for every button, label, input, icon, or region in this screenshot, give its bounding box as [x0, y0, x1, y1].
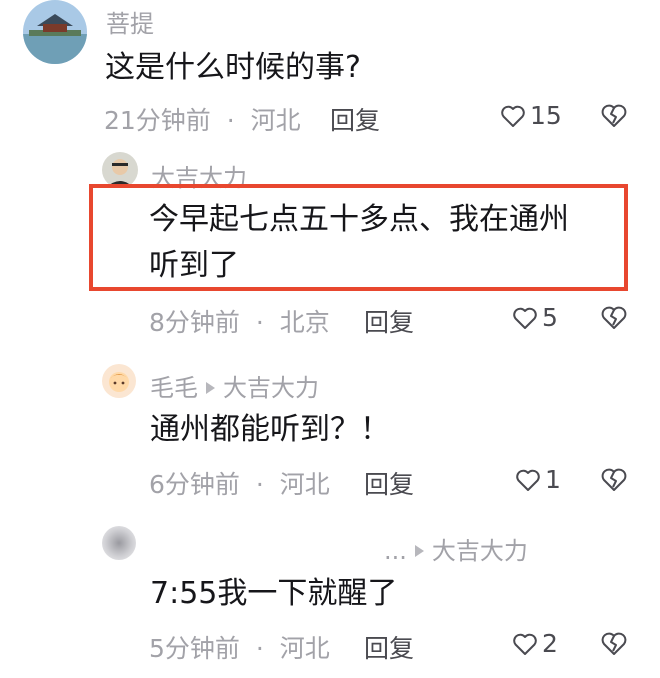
dislike-button[interactable] [600, 467, 628, 497]
comment-time: 21分钟前 [104, 106, 211, 135]
like-count: 15 [530, 101, 562, 130]
avatar-image [102, 152, 138, 188]
reply-arrow-icon [206, 381, 215, 394]
avatar-image [102, 364, 136, 398]
comment-time: 6分钟前 [149, 470, 240, 499]
separator: · [226, 106, 235, 135]
comment-location: 河北 [279, 634, 330, 663]
broken-heart-icon [601, 632, 627, 655]
comment-author-line: 毛毛 大吉大力 [150, 368, 319, 403]
like-button[interactable]: 1 [515, 465, 561, 494]
comment-location: 河北 [279, 470, 330, 499]
heart-outline-icon [513, 633, 537, 655]
comment-location: 河北 [250, 106, 301, 135]
broken-heart-icon [601, 104, 627, 127]
comment-author[interactable]: 毛毛 [150, 374, 198, 402]
like-button[interactable]: 15 [500, 101, 562, 130]
comment-time: 8分钟前 [149, 308, 240, 337]
comment-text: 这是什么时候的事? [105, 50, 361, 85]
broken-heart-icon [601, 306, 627, 329]
like-count: 2 [542, 629, 558, 658]
comment-text-line-2: 听到了 [149, 248, 239, 283]
comment-time: 5分钟前 [149, 634, 240, 663]
comment-author[interactable]: ... [384, 537, 407, 565]
reply-button[interactable]: 回复 [364, 629, 414, 665]
comment-location: 北京 [279, 308, 330, 337]
avatar[interactable] [102, 152, 138, 188]
dislike-button[interactable] [600, 631, 628, 661]
like-button[interactable]: 5 [512, 303, 558, 332]
reply-button[interactable]: 回复 [330, 101, 380, 137]
separator: · [255, 308, 264, 337]
avatar[interactable] [102, 526, 136, 560]
comment-author[interactable]: 菩提 [106, 4, 154, 39]
avatar[interactable] [102, 364, 136, 398]
comment-text-line-1: 今早起七点五十多点、我在通州 [149, 202, 569, 237]
broken-heart-icon [601, 468, 627, 491]
dislike-button[interactable] [600, 103, 628, 133]
comment-meta: 8分钟前 · 北京 [149, 303, 330, 339]
like-count: 1 [545, 465, 561, 494]
heart-outline-icon [516, 469, 540, 491]
comment-meta: 6分钟前 · 河北 [149, 465, 330, 501]
reply-button[interactable]: 回复 [364, 465, 414, 501]
avatar[interactable] [23, 0, 87, 64]
reply-arrow-icon [414, 544, 424, 557]
reply-to-author[interactable]: 大吉大力 [432, 537, 528, 565]
like-count: 5 [542, 303, 558, 332]
comment-meta: 5分钟前 · 河北 [149, 629, 330, 665]
comment-text: 通州都能听到？！ [150, 412, 390, 447]
separator: · [255, 634, 264, 663]
comment-meta: 21分钟前 · 河北 [104, 101, 301, 137]
comment-author-line: ... 大吉大力 [384, 531, 528, 566]
comment-text: 7:55我一下就醒了 [150, 576, 398, 611]
like-button[interactable]: 2 [512, 629, 558, 658]
heart-outline-icon [513, 307, 537, 329]
avatar-image [23, 0, 87, 64]
reply-button[interactable]: 回复 [364, 303, 414, 339]
separator: · [255, 470, 264, 499]
heart-outline-icon [501, 105, 525, 127]
dislike-button[interactable] [600, 305, 628, 335]
reply-to-author[interactable]: 大吉大力 [223, 374, 319, 402]
